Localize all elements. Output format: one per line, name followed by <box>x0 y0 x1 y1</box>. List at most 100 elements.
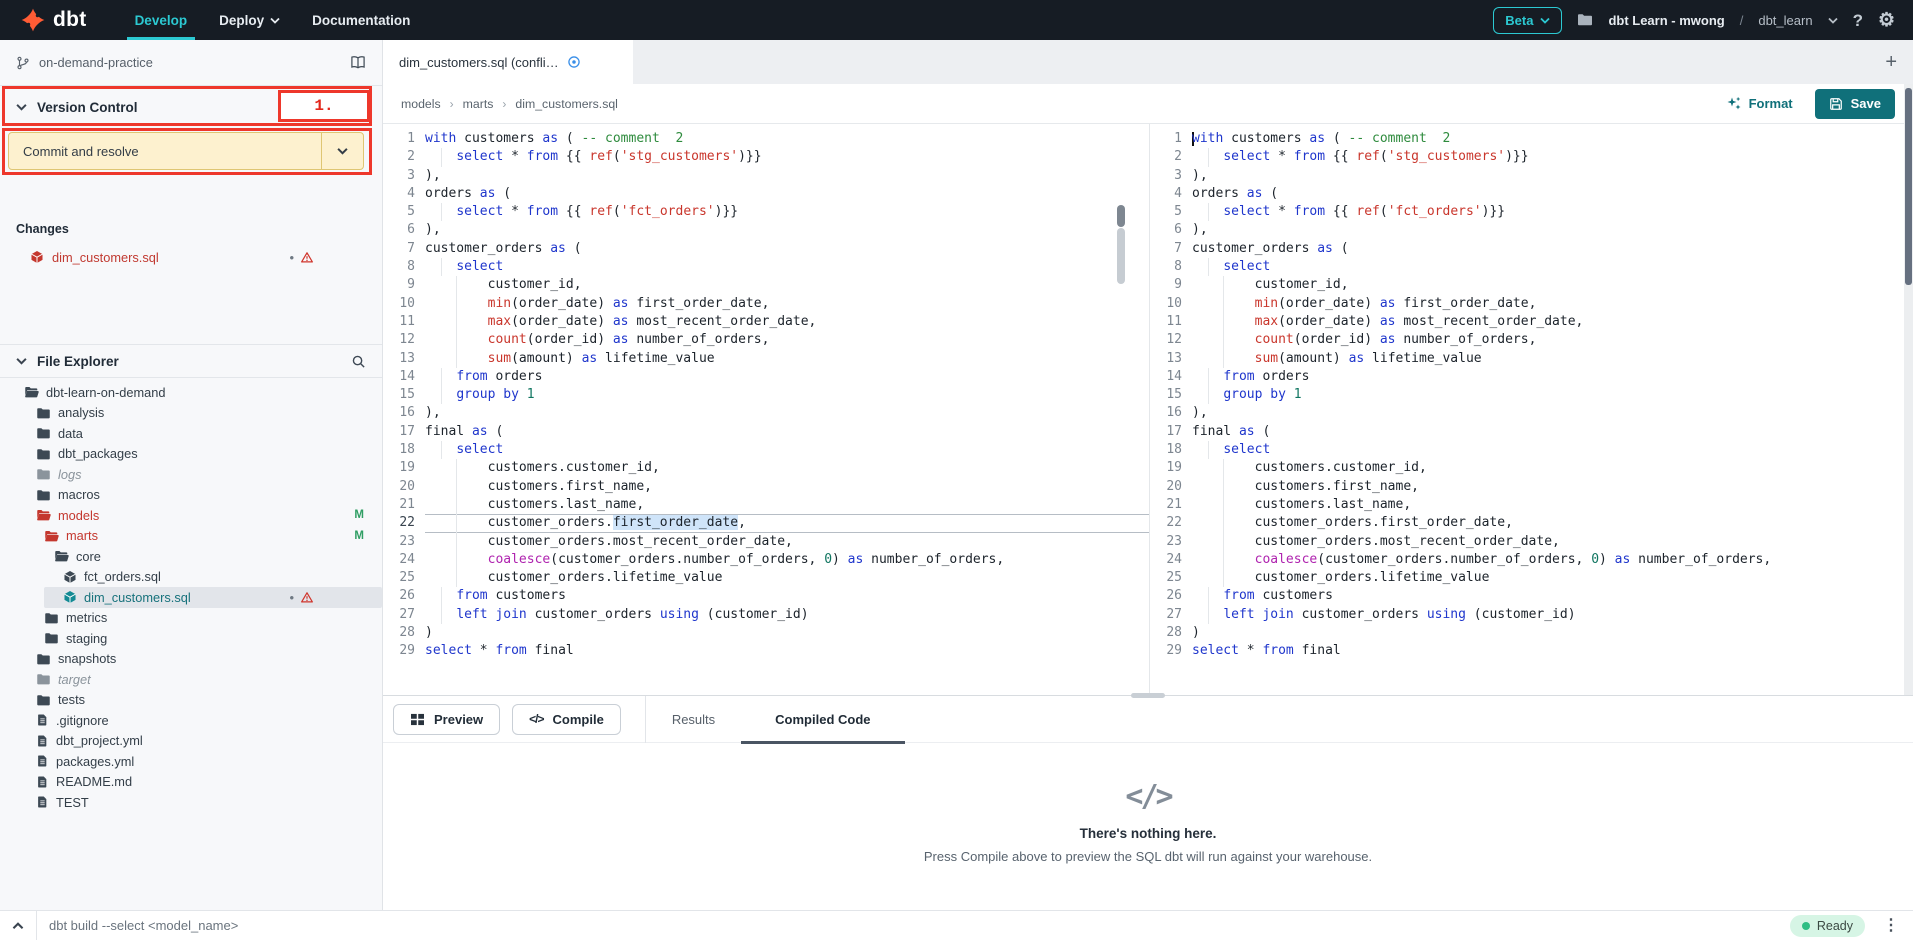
search-icon[interactable] <box>351 354 366 369</box>
new-tab-button[interactable]: + <box>1885 52 1913 72</box>
tree-item-snapshots[interactable]: snapshots <box>0 649 382 670</box>
help-icon[interactable]: ? <box>1853 12 1863 29</box>
code-pane-right[interactable]: 1with customers as ( -- comment 22 selec… <box>1150 124 1913 695</box>
format-button[interactable]: Format <box>1726 96 1793 112</box>
code-line-12[interactable]: 12 count(order_id) as number_of_orders, <box>1150 331 1913 349</box>
code-line-6[interactable]: 6), <box>1150 221 1913 239</box>
tree-item-dbt-learn-on-demand[interactable]: dbt-learn-on-demand <box>0 382 382 403</box>
editor-scrollbar[interactable] <box>1904 84 1913 695</box>
code-line-17[interactable]: 17final as ( <box>383 423 1149 441</box>
code-line-17[interactable]: 17final as ( <box>1150 423 1913 441</box>
tree-item-staging[interactable]: staging <box>0 628 382 649</box>
code-line-11[interactable]: 11 max(order_date) as most_recent_order_… <box>1150 313 1913 331</box>
tree-item-macros[interactable]: macros <box>0 485 382 506</box>
breadcrumb-marts[interactable]: marts <box>463 97 494 111</box>
tab-results[interactable]: Results <box>646 696 741 743</box>
code-line-22[interactable]: 22 customer_orders.first_order_date, <box>1150 514 1913 532</box>
nav-tab-documentation[interactable]: Documentation <box>296 0 426 40</box>
tree-item-test[interactable]: TEST <box>0 792 382 813</box>
code-line-28[interactable]: 28) <box>383 624 1149 642</box>
compile-button[interactable]: </> Compile <box>512 704 621 735</box>
tree-item-metrics[interactable]: metrics <box>0 608 382 629</box>
changes-item-dim-customers[interactable]: dim_customers.sql • <box>0 246 382 268</box>
code-line-25[interactable]: 25 customer_orders.lifetime_value <box>383 569 1149 587</box>
code-line-26[interactable]: 26 from customers <box>383 587 1149 605</box>
tree-item-dim-customers-sql[interactable]: dim_customers.sql• <box>44 587 382 608</box>
tree-item-logs[interactable]: logs <box>0 464 382 485</box>
code-line-3[interactable]: 3), <box>1150 167 1913 185</box>
code-line-18[interactable]: 18 select <box>1150 441 1913 459</box>
tree-item-data[interactable]: data <box>0 423 382 444</box>
tree-item--gitignore[interactable]: .gitignore <box>0 710 382 731</box>
code-line-16[interactable]: 16), <box>1150 404 1913 422</box>
code-line-22[interactable]: 22 customer_orders.first_order_date, <box>383 514 1149 532</box>
code-line-19[interactable]: 19 customers.customer_id, <box>1150 459 1913 477</box>
editor-tab-dim-customers[interactable]: dim_customers.sql (confli… <box>383 40 633 84</box>
beta-dropdown[interactable]: Beta <box>1493 7 1562 34</box>
code-line-9[interactable]: 9 customer_id, <box>383 276 1149 294</box>
code-line-27[interactable]: 27 left join customer_orders using (cust… <box>383 606 1149 624</box>
code-line-5[interactable]: 5 select * from {{ ref('fct_orders')}} <box>1150 203 1913 221</box>
tree-item-readme-md[interactable]: README.md <box>0 772 382 793</box>
code-line-29[interactable]: 29select * from final <box>1150 642 1913 660</box>
code-line-14[interactable]: 14 from orders <box>1150 368 1913 386</box>
code-line-1[interactable]: 1with customers as ( -- comment 2 <box>383 130 1149 148</box>
scrollbar-thumb[interactable] <box>1117 228 1125 284</box>
code-line-7[interactable]: 7customer_orders as ( <box>383 240 1149 258</box>
code-line-8[interactable]: 8 select <box>1150 258 1913 276</box>
tree-item-tests[interactable]: tests <box>0 690 382 711</box>
code-line-23[interactable]: 23 customer_orders.most_recent_order_dat… <box>1150 533 1913 551</box>
chevron-up-icon[interactable] <box>0 922 36 930</box>
breadcrumb-file[interactable]: dim_customers.sql <box>515 97 618 111</box>
tree-item-packages-yml[interactable]: packages.yml <box>0 751 382 772</box>
code-pane-left[interactable]: 1with customers as ( -- comment 22 selec… <box>383 124 1150 695</box>
code-line-21[interactable]: 21 customers.last_name, <box>383 496 1149 514</box>
save-button[interactable]: Save <box>1815 89 1895 119</box>
code-line-9[interactable]: 9 customer_id, <box>1150 276 1913 294</box>
code-line-29[interactable]: 29select * from final <box>383 642 1149 660</box>
code-line-13[interactable]: 13 sum(amount) as lifetime_value <box>1150 350 1913 368</box>
preview-button[interactable]: Preview <box>393 704 500 735</box>
code-line-21[interactable]: 21 customers.last_name, <box>1150 496 1913 514</box>
code-line-24[interactable]: 24 coalesce(customer_orders.number_of_or… <box>1150 551 1913 569</box>
tree-item-models[interactable]: modelsM <box>0 505 382 526</box>
git-branch-row[interactable]: on-demand-practice <box>0 40 382 86</box>
code-line-25[interactable]: 25 customer_orders.lifetime_value <box>1150 569 1913 587</box>
code-line-8[interactable]: 8 select <box>383 258 1149 276</box>
code-line-4[interactable]: 4orders as ( <box>1150 185 1913 203</box>
nav-tab-deploy[interactable]: Deploy <box>203 0 296 40</box>
code-line-1[interactable]: 1with customers as ( -- comment 2 <box>1150 130 1913 148</box>
code-line-14[interactable]: 14 from orders <box>383 368 1149 386</box>
tree-item-dbt-project-yml[interactable]: dbt_project.yml <box>0 731 382 752</box>
dbt-logo[interactable]: dbt <box>0 0 105 40</box>
scrollbar-thumb[interactable] <box>1905 88 1912 285</box>
environment-name[interactable]: dbt_learn <box>1758 13 1812 28</box>
command-input[interactable]: dbt build --select <model_name> <box>49 918 238 933</box>
code-line-28[interactable]: 28) <box>1150 624 1913 642</box>
commit-and-resolve-button[interactable]: Commit and resolve <box>8 132 364 170</box>
code-line-10[interactable]: 10 min(order_date) as first_order_date, <box>1150 295 1913 313</box>
left-pane-scrollbar[interactable] <box>1117 124 1125 695</box>
code-line-26[interactable]: 26 from customers <box>1150 587 1913 605</box>
code-line-6[interactable]: 6), <box>383 221 1149 239</box>
tree-item-core[interactable]: core <box>0 546 382 567</box>
code-line-12[interactable]: 12 count(order_id) as number_of_orders, <box>383 331 1149 349</box>
code-line-24[interactable]: 24 coalesce(customer_orders.number_of_or… <box>383 551 1149 569</box>
code-line-19[interactable]: 19 customers.customer_id, <box>383 459 1149 477</box>
code-line-10[interactable]: 10 min(order_date) as first_order_date, <box>383 295 1149 313</box>
code-line-27[interactable]: 27 left join customer_orders using (cust… <box>1150 606 1913 624</box>
tree-item-target[interactable]: target <box>0 669 382 690</box>
code-line-5[interactable]: 5 select * from {{ ref('fct_orders')}} <box>383 203 1149 221</box>
code-line-11[interactable]: 11 max(order_date) as most_recent_order_… <box>383 313 1149 331</box>
tree-item-dbt-packages[interactable]: dbt_packages <box>0 444 382 465</box>
tree-item-fct-orders-sql[interactable]: fct_orders.sql <box>0 567 382 588</box>
code-line-2[interactable]: 2 select * from {{ ref('stg_customers')}… <box>383 148 1149 166</box>
code-line-23[interactable]: 23 customer_orders.most_recent_order_dat… <box>383 533 1149 551</box>
code-line-2[interactable]: 2 select * from {{ ref('stg_customers')}… <box>1150 148 1913 166</box>
code-line-20[interactable]: 20 customers.first_name, <box>383 478 1149 496</box>
code-line-15[interactable]: 15 group by 1 <box>1150 386 1913 404</box>
tree-item-marts[interactable]: martsM <box>0 526 382 547</box>
code-line-16[interactable]: 16), <box>383 404 1149 422</box>
breadcrumb-models[interactable]: models <box>401 97 441 111</box>
nav-tab-develop[interactable]: Develop <box>119 0 204 40</box>
